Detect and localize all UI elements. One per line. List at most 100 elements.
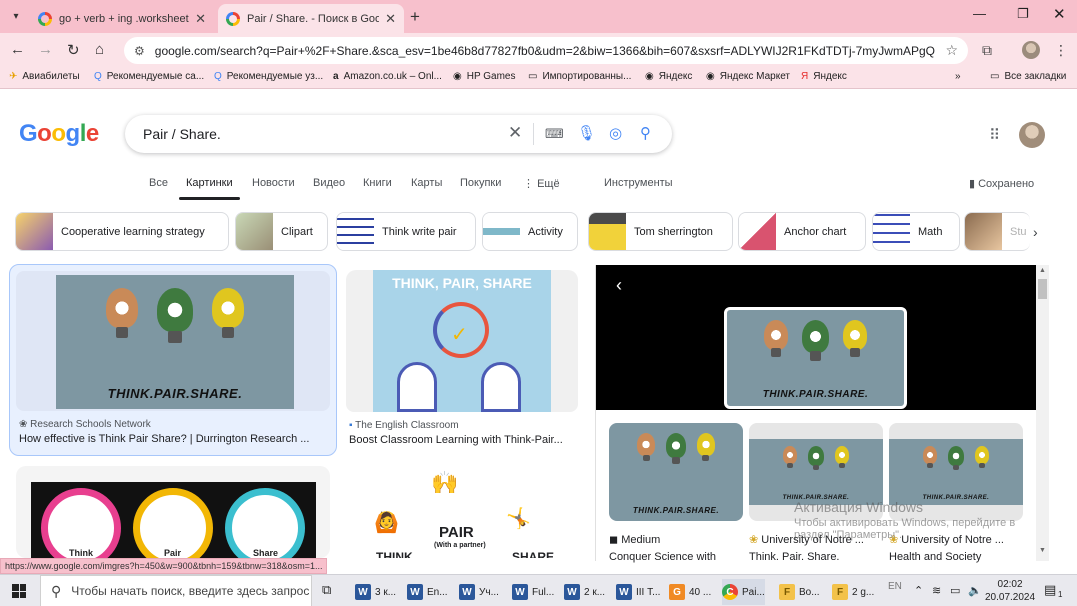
bookmark-item[interactable]: ◉ HP Games bbox=[453, 71, 515, 82]
related-title[interactable]: Think. Pair. Share. bbox=[749, 551, 883, 563]
menu-icon[interactable]: ⋮ bbox=[1054, 42, 1068, 59]
chip-clipart[interactable]: Clipart bbox=[235, 212, 328, 251]
site-info-icon[interactable]: ⚙ bbox=[134, 44, 145, 58]
bookmark-item[interactable]: Q Рекомендуемые уз... bbox=[214, 71, 323, 82]
chevron-left-icon[interactable]: ‹ bbox=[616, 275, 622, 296]
saved-link[interactable]: ▮ Сохранено bbox=[969, 177, 1034, 190]
restore-icon[interactable]: ❐ bbox=[1017, 6, 1029, 22]
scroll-down-icon[interactable]: ▼ bbox=[1039, 547, 1046, 554]
chip-think-write-pair[interactable]: Think write pair bbox=[336, 212, 476, 251]
apps-grid-icon[interactable]: ⠿ bbox=[989, 126, 1000, 144]
taskbar-folder-window[interactable]: F Bo... bbox=[779, 579, 820, 605]
tab-worksheets[interactable]: go + verb + ing .worksheets pr ✕ bbox=[30, 4, 214, 33]
image-result-card[interactable]: 🙌 🙆 🤸 PAIR (With a partner) THINK SHARE bbox=[346, 466, 578, 558]
related-title[interactable]: Conquer Science with bbox=[609, 551, 743, 563]
result-thumbnail[interactable]: 🙌 🙆 🤸 PAIR (With a partner) THINK SHARE bbox=[346, 466, 578, 558]
result-thumbnail[interactable]: THINK.PAIR.SHARE. bbox=[16, 271, 330, 411]
result-title[interactable]: How effective is Think Pair Share? | Dur… bbox=[19, 433, 325, 445]
input-language[interactable]: EN bbox=[888, 581, 902, 592]
close-icon[interactable]: ✕ bbox=[195, 11, 206, 27]
taskbar-chrome-window[interactable]: C Pai... bbox=[722, 579, 765, 605]
bookmark-item[interactable]: Я Яндекс bbox=[801, 71, 847, 82]
taskbar-word-window[interactable]: W3 к... bbox=[355, 579, 396, 605]
tab-news[interactable]: Новости bbox=[252, 177, 295, 189]
volume-icon[interactable]: 🔈 bbox=[968, 584, 982, 597]
related-title[interactable]: Health and Society bbox=[889, 551, 1023, 563]
task-view-icon[interactable]: ⧉ bbox=[322, 582, 331, 598]
taskbar-clock[interactable]: 02:02 20.07.2024 bbox=[985, 578, 1035, 604]
battery-icon[interactable]: ▭ bbox=[950, 584, 960, 597]
scroll-thumb[interactable] bbox=[1038, 279, 1047, 299]
result-title[interactable]: Boost Classroom Learning with Think-Pair… bbox=[349, 434, 575, 446]
tab-books[interactable]: Книги bbox=[363, 177, 392, 189]
image-result-card[interactable]: THINK.PAIR.SHARE. ❀ Research Schools Net… bbox=[9, 264, 337, 456]
profile-avatar[interactable] bbox=[1022, 41, 1040, 59]
bookmark-star-icon[interactable]: ☆ bbox=[945, 42, 958, 59]
search-icon[interactable]: ⚲ bbox=[640, 124, 651, 142]
result-thumbnail[interactable]: Think Pair Share bbox=[31, 482, 316, 558]
preview-image[interactable]: THINK.PAIR.SHARE. bbox=[724, 307, 907, 409]
show-hidden-icons-icon[interactable]: ⌃ bbox=[914, 584, 923, 597]
bookmark-item[interactable]: Q Рекомендуемые са... bbox=[94, 71, 204, 82]
taskbar-word-window[interactable]: W Ful... bbox=[512, 579, 554, 605]
chip-tom-sherrington[interactable]: Tom sherrington bbox=[588, 212, 733, 251]
chip-cooperative-learning[interactable]: Cooperative learning strategy bbox=[15, 212, 229, 251]
chip-activity[interactable]: Activity bbox=[482, 212, 578, 251]
image-result-card[interactable]: Think Pair Share bbox=[16, 466, 330, 558]
minimize-icon[interactable]: — bbox=[973, 6, 986, 21]
taskbar-word-window[interactable]: W2 к... bbox=[564, 579, 605, 605]
tab-shopping[interactable]: Покупки bbox=[460, 177, 501, 189]
chip-math[interactable]: Math bbox=[872, 212, 960, 251]
back-icon[interactable]: ← bbox=[10, 41, 25, 58]
result-thumbnail[interactable]: THINK, PAIR, SHARE ✓ bbox=[346, 270, 578, 412]
result-source[interactable]: ❀ Research Schools Network bbox=[19, 419, 151, 430]
taskbar-folder-window[interactable]: F2 g... bbox=[832, 579, 874, 605]
tab-pair-share[interactable]: Pair / Share. - Поиск в Google ✕ bbox=[218, 4, 404, 33]
search-input[interactable]: Pair / Share. ✕ ⌨ 🎙 ◎ ⚲ bbox=[125, 115, 672, 153]
taskbar-word-window[interactable]: W Уч... bbox=[459, 579, 499, 605]
scroll-up-icon[interactable]: ▲ bbox=[1039, 267, 1046, 274]
tab-more[interactable]: ⋮ Ещё bbox=[523, 177, 560, 190]
google-logo[interactable]: Google bbox=[19, 120, 99, 148]
chip-students[interactable]: Stu bbox=[964, 212, 1030, 251]
home-icon[interactable]: ⌂ bbox=[95, 41, 104, 58]
tab-tools[interactable]: Инструменты bbox=[604, 177, 673, 189]
notifications-icon[interactable]: ▤ bbox=[1044, 582, 1056, 598]
more-bookmarks-icon[interactable]: » bbox=[955, 71, 961, 82]
taskbar-search-input[interactable]: ⚲ Чтобы начать поиск, введите здесь запр… bbox=[40, 575, 312, 606]
taskbar-word-window[interactable]: W En... bbox=[407, 579, 448, 605]
camera-lens-icon[interactable]: ◎ bbox=[609, 124, 622, 142]
tab-search-icon[interactable]: ▾ bbox=[6, 6, 26, 26]
bookmark-item[interactable]: ◉ Яндекс bbox=[645, 71, 692, 82]
account-avatar[interactable] bbox=[1019, 122, 1045, 148]
new-tab-icon[interactable]: + bbox=[410, 7, 420, 27]
window-close-icon[interactable]: ✕ bbox=[1053, 5, 1066, 23]
related-thumbnail[interactable]: THINK.PAIR.SHARE. bbox=[609, 423, 743, 521]
preview-scrollbar[interactable]: ▲ ▼ bbox=[1036, 265, 1049, 561]
all-bookmarks[interactable]: ▭ Все закладки bbox=[990, 71, 1066, 82]
related-item[interactable]: THINK.PAIR.SHARE. ❀ University of Notre … bbox=[889, 423, 1023, 563]
chevron-right-icon[interactable]: › bbox=[1033, 224, 1038, 240]
address-bar[interactable]: ⚙ google.com/search?q=Pair+%2F+Share.&sc… bbox=[124, 37, 968, 64]
microphone-icon[interactable]: 🎙 bbox=[577, 124, 596, 142]
forward-icon[interactable]: → bbox=[38, 41, 53, 58]
chip-anchor-chart[interactable]: Anchor chart bbox=[738, 212, 866, 251]
taskbar-word-window[interactable]: W III Т... bbox=[616, 579, 660, 605]
related-item[interactable]: THINK.PAIR.SHARE. ◼ Medium Conquer Scien… bbox=[609, 423, 743, 563]
bookmark-item[interactable]: ▭ Импортированны... bbox=[528, 71, 631, 82]
bookmark-item[interactable]: a Amazon.co.uk – Onl... bbox=[333, 71, 442, 82]
extensions-icon[interactable]: ⧉ bbox=[982, 42, 992, 59]
keyboard-icon[interactable]: ⌨ bbox=[545, 126, 564, 142]
result-source[interactable]: ▪ The English Classroom bbox=[349, 420, 459, 431]
tab-video[interactable]: Видео bbox=[313, 177, 345, 189]
close-icon[interactable]: ✕ bbox=[385, 11, 396, 27]
wifi-icon[interactable]: ≋ bbox=[932, 584, 941, 597]
taskbar-app-window[interactable]: G 40 ... bbox=[669, 579, 711, 605]
tab-images[interactable]: Картинки bbox=[179, 177, 240, 200]
related-item[interactable]: THINK.PAIR.SHARE. ❀ University of Notre … bbox=[749, 423, 883, 563]
tab-all[interactable]: Все bbox=[149, 177, 168, 189]
tab-maps[interactable]: Карты bbox=[411, 177, 442, 189]
related-source[interactable]: ◼ Medium bbox=[609, 533, 743, 546]
reload-icon[interactable]: ↻ bbox=[67, 41, 80, 59]
windows-start-icon[interactable] bbox=[12, 584, 26, 598]
